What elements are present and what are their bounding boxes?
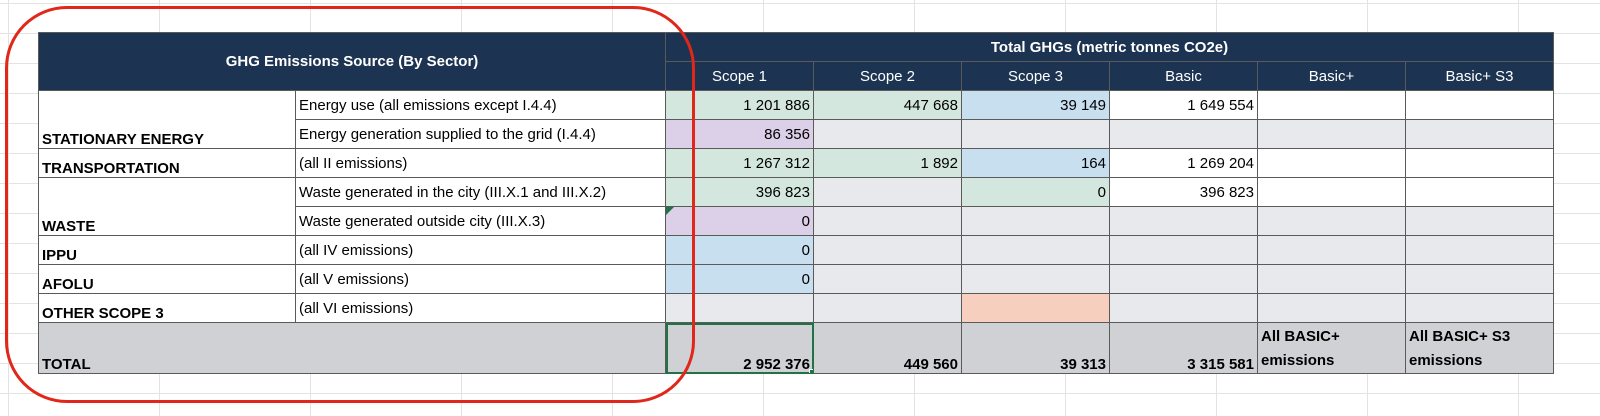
value-cell[interactable] — [813, 235, 962, 265]
value-cell[interactable] — [1405, 264, 1554, 294]
value-cell[interactable]: 1 269 204 — [1109, 148, 1258, 178]
desc-cell[interactable]: Waste generated outside city (III.X.3) — [295, 206, 666, 236]
value-cell[interactable] — [1257, 293, 1406, 323]
table-row: OTHER SCOPE 3 (all VI emissions) — [38, 293, 1554, 323]
table-row: AFOLU (all V emissions) 0 — [38, 264, 1554, 294]
value-cell[interactable] — [813, 119, 962, 149]
col-header-basic-plus-s3[interactable]: Basic+ S3 — [1405, 61, 1554, 91]
value-cell[interactable]: 1 201 886 — [665, 90, 814, 120]
sector-cell[interactable]: TRANSPORTATION — [38, 148, 296, 178]
value-cell[interactable] — [813, 177, 962, 207]
total-basic-plus-cell[interactable]: All BASIC+ emissions — [1257, 322, 1406, 374]
value-cell[interactable] — [1405, 235, 1554, 265]
total-scope1-cell[interactable]: 2 952 376 — [665, 322, 814, 374]
value-cell[interactable]: 1 649 554 — [1109, 90, 1258, 120]
desc-cell[interactable]: (all VI emissions) — [295, 293, 666, 323]
desc-cell[interactable]: (all V emissions) — [295, 264, 666, 294]
value-cell[interactable]: 164 — [961, 148, 1110, 178]
col-header-basic[interactable]: Basic — [1109, 61, 1258, 91]
table-row: WASTE Waste generated in the city (III.X… — [38, 177, 1554, 236]
value-cell[interactable] — [1257, 90, 1406, 120]
sector-cell[interactable]: WASTE — [38, 177, 296, 236]
value-cell[interactable] — [1109, 264, 1258, 294]
value-cell[interactable] — [1257, 264, 1406, 294]
value-cell[interactable]: 39 149 — [961, 90, 1110, 120]
value-cell[interactable] — [665, 293, 814, 323]
source-header[interactable]: GHG Emissions Source (By Sector) — [38, 32, 666, 91]
value-cell[interactable] — [1109, 206, 1258, 236]
value-cell[interactable]: 0 — [665, 235, 814, 265]
desc-cell[interactable]: Energy generation supplied to the grid (… — [295, 119, 666, 149]
col-header-scope3[interactable]: Scope 3 — [961, 61, 1110, 91]
value-text: 0 — [801, 212, 810, 230]
table-row: IPPU (all IV emissions) 0 — [38, 235, 1554, 265]
value-cell[interactable] — [961, 206, 1110, 236]
value-cell[interactable] — [1257, 206, 1406, 236]
total-row: TOTAL 2 952 376 449 560 39 313 3 315 581… — [38, 322, 1554, 374]
value-cell[interactable] — [961, 235, 1110, 265]
sector-cell[interactable]: IPPU — [38, 235, 296, 265]
value-cell[interactable]: 86 356 — [665, 119, 814, 149]
table-row: STATIONARY ENERGY Energy use (all emissi… — [38, 90, 1554, 149]
table-row: TRANSPORTATION (all II emissions) 1 267 … — [38, 148, 1554, 178]
col-header-scope2[interactable]: Scope 2 — [813, 61, 962, 91]
value-cell[interactable] — [1405, 90, 1554, 120]
total-label-cell[interactable]: TOTAL — [38, 322, 666, 374]
value-cell[interactable] — [1109, 235, 1258, 265]
col-header-basic-plus[interactable]: Basic+ — [1257, 61, 1406, 91]
total-basic-plus-s3-cell[interactable]: All BASIC+ S3 emissions — [1405, 322, 1554, 374]
value-cell[interactable]: 0 — [961, 177, 1110, 207]
total-basic-cell[interactable]: 3 315 581 — [1109, 322, 1258, 374]
total-scope3-cell[interactable]: 39 313 — [961, 322, 1110, 374]
col-header-scope1[interactable]: Scope 1 — [665, 61, 814, 91]
value-cell[interactable]: 0 — [665, 264, 814, 294]
value-cell[interactable]: 447 668 — [813, 90, 962, 120]
value-cell[interactable] — [1257, 148, 1406, 178]
total-scope1-value: 2 952 376 — [743, 356, 810, 373]
ghg-emissions-table: GHG Emissions Source (By Sector) Total G… — [38, 32, 1554, 374]
sector-cell[interactable]: STATIONARY ENERGY — [38, 90, 296, 149]
total-ghg-header[interactable]: Total GHGs (metric tonnes CO2e) — [665, 32, 1554, 62]
value-cell[interactable]: 1 267 312 — [665, 148, 814, 178]
value-cell[interactable]: 396 823 — [1109, 177, 1258, 207]
value-cell[interactable] — [961, 119, 1110, 149]
value-cell[interactable] — [961, 293, 1110, 323]
desc-cell[interactable]: Waste generated in the city (III.X.1 and… — [295, 177, 666, 207]
value-cell[interactable] — [813, 206, 962, 236]
total-scope2-cell[interactable]: 449 560 — [813, 322, 962, 374]
value-cell[interactable] — [813, 264, 962, 294]
desc-cell[interactable]: (all II emissions) — [295, 148, 666, 178]
value-cell[interactable] — [961, 264, 1110, 294]
value-cell[interactable] — [1405, 177, 1554, 207]
value-cell[interactable]: 1 892 — [813, 148, 962, 178]
sector-cell[interactable]: OTHER SCOPE 3 — [38, 293, 296, 323]
desc-cell[interactable]: (all IV emissions) — [295, 235, 666, 265]
sector-cell[interactable]: AFOLU — [38, 264, 296, 294]
value-cell[interactable]: 0 — [665, 206, 814, 236]
value-cell[interactable] — [1109, 119, 1258, 149]
value-cell[interactable] — [1109, 293, 1258, 323]
fill-handle[interactable] — [809, 369, 813, 373]
comment-indicator-icon — [666, 207, 674, 215]
value-cell[interactable] — [1257, 235, 1406, 265]
value-cell[interactable] — [1257, 177, 1406, 207]
value-cell[interactable]: 396 823 — [665, 177, 814, 207]
value-cell[interactable] — [1405, 119, 1554, 149]
value-cell[interactable] — [1405, 206, 1554, 236]
value-cell[interactable] — [813, 293, 962, 323]
value-cell[interactable] — [1405, 148, 1554, 178]
value-cell[interactable] — [1405, 293, 1554, 323]
value-cell[interactable] — [1257, 119, 1406, 149]
desc-cell[interactable]: Energy use (all emissions except I.4.4) — [295, 90, 666, 120]
